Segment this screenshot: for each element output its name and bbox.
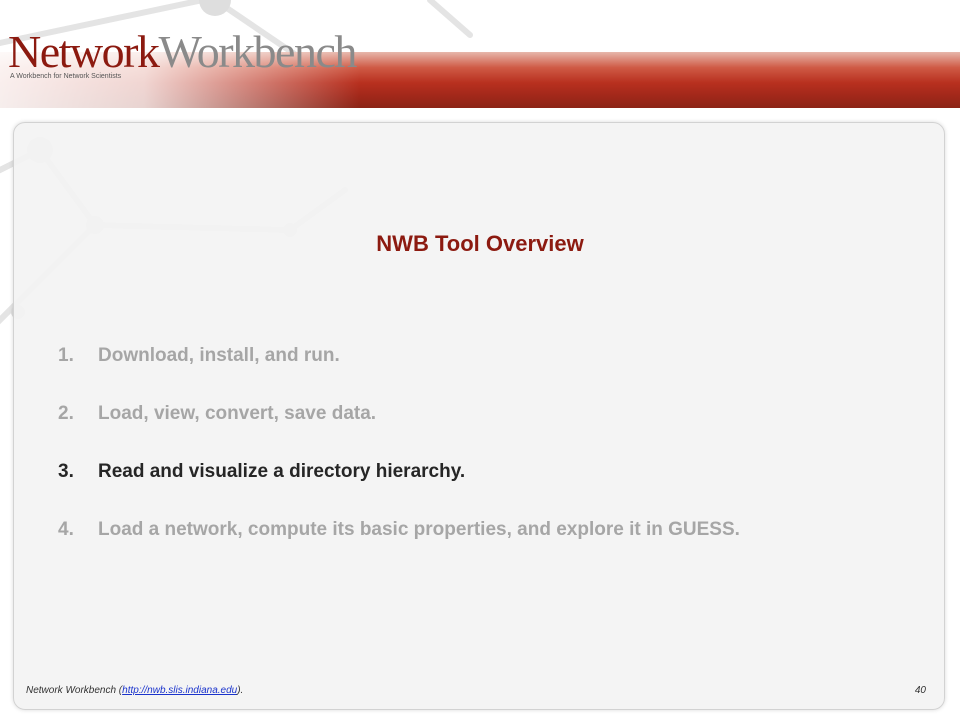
footer-suffix: ). [237,685,244,696]
list-item-text: Load, view, convert, save data. [98,403,377,424]
list-item-number: 4. [58,519,74,540]
list-item-text: Read and visualize a directory hierarchy… [98,461,466,482]
footer-credit: Network Workbench (http://nwb.slis.india… [26,685,243,696]
footer-link[interactable]: http://nwb.slis.indiana.edu [122,685,237,696]
network-workbench-logo: NetworkWorkbench A Workbench for Network… [8,26,357,81]
list-item-number: 1. [58,345,74,366]
logo-title-workbench: Workbench [158,26,357,77]
logo-title: NetworkWorkbench [8,26,357,77]
list-item: 4. Load a network, compute its basic prop… [58,517,740,575]
list-item: 1. Download, install, and run. [58,343,740,401]
list-item-number: 2. [58,403,74,424]
page-number: 40 [914,685,926,696]
list-item-current: 3. Read and visualize a directory hierarc… [58,459,740,517]
slide-title: NWB Tool Overview [376,231,584,256]
list-item-number: 3. [58,461,74,482]
slide-content-panel: NWB Tool Overview 1. Download, install, a… [13,122,945,710]
list-item: 2. Load, view, convert, save data. [58,401,740,459]
footer-prefix: Network Workbench ( [26,685,123,696]
overview-list: 1. Download, install, and run. 2. Load, vi… [58,343,740,575]
list-item-text: Load a network, compute its basic proper… [98,519,740,540]
logo-title-network: Network [8,26,160,77]
list-item-text: Download, install, and run. [98,345,340,366]
